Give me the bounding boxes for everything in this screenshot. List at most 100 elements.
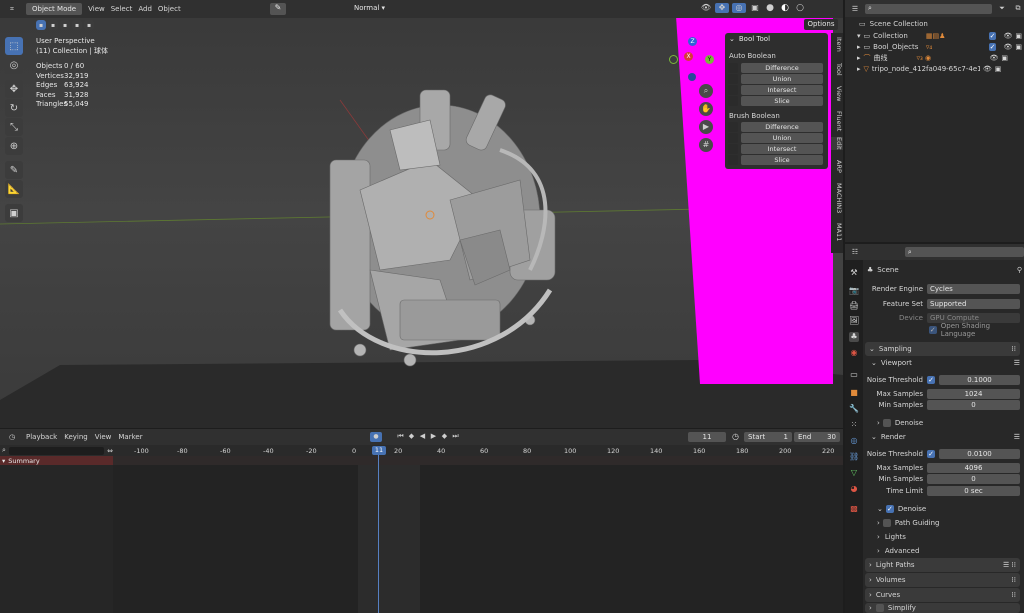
rotate-icon[interactable]: ↻ [5, 99, 23, 117]
gizmo-neg-y[interactable] [669, 55, 678, 64]
drag-handle-icon[interactable]: ⁞⁞ [1012, 345, 1020, 353]
menu-select[interactable]: Select [111, 5, 133, 13]
camera-icon[interactable]: ▣ [1015, 32, 1022, 40]
menu-object[interactable]: Object [158, 5, 181, 13]
collapse-icon[interactable]: ▾ [857, 32, 861, 40]
select-extend-icon[interactable]: ▪ [48, 20, 58, 30]
render-subsection[interactable]: ⌄ Render ☰ [871, 431, 1020, 442]
render-engine-dropdown[interactable]: Cycles [927, 283, 1020, 294]
auto-difference-button[interactable]: Difference [741, 63, 823, 73]
viewport-denoise-row[interactable]: › Denoise [877, 417, 1020, 428]
eye-icon[interactable]: 👁 [983, 65, 992, 73]
light-paths-section[interactable]: › Light Paths ☰ ⁞⁞ [865, 558, 1020, 572]
render-icon[interactable]: 📷 [849, 286, 859, 296]
measure-icon[interactable]: 📐 [5, 180, 23, 198]
properties-search-input[interactable]: ⌕ [904, 247, 1024, 257]
transform-icon[interactable]: ⊕ [5, 137, 23, 155]
drag-handle-icon[interactable]: ⁞⁞ [1012, 576, 1020, 584]
camera-icon[interactable]: ▣ [995, 65, 1002, 73]
advanced-row[interactable]: › Advanced [877, 545, 1020, 556]
mode-dropdown[interactable]: Object Mode [26, 3, 83, 15]
feature-set-dropdown[interactable]: Supported [927, 298, 1020, 309]
render-denoise-checkbox[interactable]: ✓ [885, 504, 894, 513]
play-reverse-icon[interactable]: ◀ [418, 432, 427, 442]
navigation-gizmo[interactable]: Z X Y [668, 33, 718, 83]
curves-section[interactable]: › Curves ⁞⁞ [865, 588, 1020, 602]
menu-playback[interactable]: Playback [26, 433, 57, 441]
object-icon[interactable]: ■ [849, 388, 859, 398]
simplify-section[interactable]: › Simplify [865, 603, 1020, 613]
viewport-subsection[interactable]: ⌄ Viewport ☰ [871, 357, 1020, 368]
gizmo-z[interactable]: Z [688, 37, 697, 46]
tab-machin3[interactable]: MACHIN3 [831, 183, 843, 213]
select-new-icon[interactable]: ▪ [36, 20, 46, 30]
menu-add[interactable]: Add [138, 5, 152, 13]
viewport-noise-threshold-field[interactable]: 0.1000 [939, 374, 1020, 385]
solid-shading-icon[interactable]: ● [764, 3, 776, 13]
tab-arp[interactable]: ARP [831, 160, 843, 173]
brush-slice-button[interactable]: Slice [741, 155, 823, 165]
outliner-search-input[interactable]: ⌕ [865, 3, 992, 14]
outliner-root[interactable]: ▭ Scene Collection [859, 20, 928, 28]
path-guiding-checkbox[interactable] [882, 518, 891, 527]
outliner-row[interactable]: ▸ ▭ Bool_Objects ▿₄ ✓ 👁 ▣ [857, 42, 1022, 52]
render-min-samples-field[interactable]: 0 [927, 473, 1020, 484]
rendered-shading-icon[interactable]: ○ [794, 3, 806, 13]
view-layer-icon[interactable]: 🖼 [849, 316, 859, 326]
physics-icon[interactable]: ◎ [849, 436, 859, 446]
jump-start-icon[interactable]: ⏮ [396, 432, 405, 442]
add-cube-icon[interactable]: ▣ [5, 204, 23, 222]
menu-view[interactable]: View [95, 433, 112, 441]
drag-handle-icon[interactable]: ⁞⁞ [1012, 591, 1020, 599]
auto-union-button[interactable]: Union [741, 74, 823, 84]
simplify-checkbox[interactable] [875, 604, 884, 612]
volumes-section[interactable]: › Volumes ⁞⁞ [865, 573, 1020, 587]
pin-icon[interactable]: ⚲ [1017, 266, 1022, 274]
constraints-icon[interactable]: ⛓ [849, 452, 859, 462]
brush-union-button[interactable]: Union [741, 133, 823, 143]
eye-icon[interactable]: 👁 [1003, 43, 1012, 51]
scale-icon[interactable]: ⤡ [5, 118, 23, 136]
orientation-dropdown[interactable]: Normal ▾ [354, 4, 385, 12]
annotate-icon[interactable]: ✎ [5, 161, 23, 179]
cursor-icon[interactable]: ◎ [5, 56, 23, 74]
gizmo-x[interactable]: X [684, 52, 693, 61]
presets-icon[interactable]: ☰ [1014, 433, 1020, 441]
start-frame-field[interactable]: Start 1 [744, 432, 792, 442]
preview-range-icon[interactable]: ◷ [732, 432, 739, 441]
zoom-icon[interactable]: ⌕ [699, 84, 713, 98]
eye-icon[interactable]: 👁 [990, 54, 999, 62]
menu-keying[interactable]: Keying [64, 433, 88, 441]
brush-intersect-button[interactable]: Intersect [741, 144, 823, 154]
expand-icon[interactable]: ▸ [857, 65, 861, 73]
clock-icon[interactable]: ◷ [5, 433, 19, 441]
camera-icon[interactable]: ▣ [1015, 43, 1022, 51]
3d-viewport[interactable]: ⌗ Object Mode View Select Add Object ✎ N… [0, 0, 843, 428]
viewport-max-samples-field[interactable]: 1024 [927, 388, 1020, 399]
play-icon[interactable]: ▶ [429, 432, 438, 442]
presets-icon[interactable]: ☰ ⁞⁞ [1003, 561, 1020, 569]
outliner-row[interactable]: ▾ ▭ Collection ▦▤♟ ✓ 👁 ▣ [857, 31, 1022, 41]
tab-ma11[interactable]: MA11 [831, 223, 843, 241]
bool-tool-header[interactable]: ⌄ Bool Tool [725, 33, 828, 45]
expand-icon[interactable]: ▸ [857, 43, 861, 51]
particles-icon[interactable]: ⁙ [849, 420, 859, 430]
material-shading-icon[interactable]: ◐ [779, 3, 791, 13]
brush-difference-button[interactable]: Difference [741, 122, 823, 132]
texture-icon[interactable]: ▩ [849, 504, 859, 514]
render-max-samples-field[interactable]: 4096 [927, 462, 1020, 473]
options-button[interactable]: Options [804, 19, 838, 30]
gizmo-icon[interactable]: ✥ [715, 3, 729, 13]
tab-fluent[interactable]: Fluent [831, 111, 843, 131]
auto-key-icon[interactable]: ● [370, 432, 382, 442]
material-icon[interactable]: ◕ [849, 484, 859, 494]
presets-icon[interactable]: ☰ [1014, 359, 1020, 367]
playhead-label[interactable]: 11 [372, 446, 386, 455]
tab-tool[interactable]: Tool [831, 63, 843, 76]
modifier-icon[interactable]: 🔧 [849, 404, 859, 414]
auto-intersect-button[interactable]: Intersect [741, 85, 823, 95]
menu-marker[interactable]: Marker [118, 433, 142, 441]
scene-icon[interactable]: ♣ [849, 332, 859, 342]
tool-icon[interactable]: ⚒ [849, 268, 859, 278]
prev-key-icon[interactable]: ◆ [407, 432, 416, 442]
